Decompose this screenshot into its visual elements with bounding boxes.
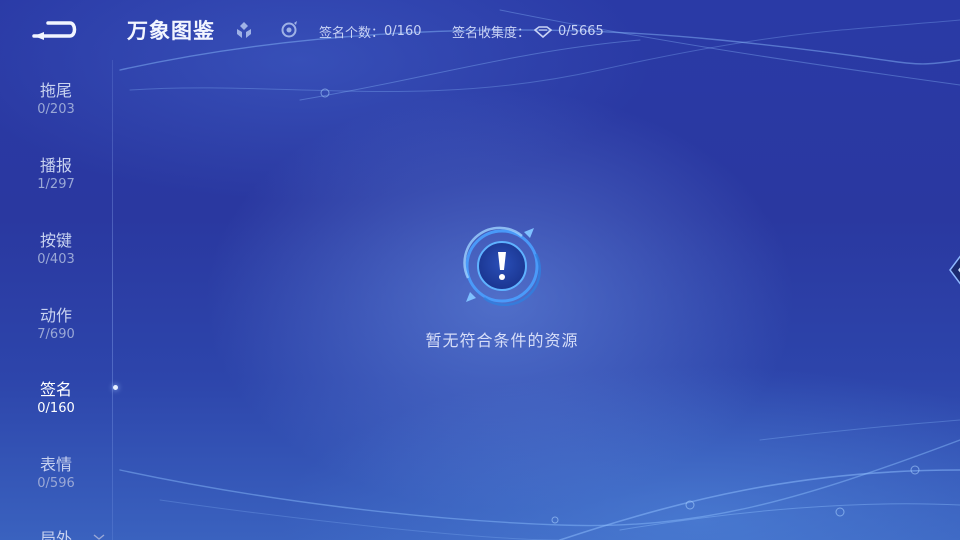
sidebar-item-broadcast[interactable]: 播报 1/297 [0,156,112,193]
sidebar-item-count: 0/203 [37,102,75,117]
side-panel-toggle-button[interactable] [942,250,960,290]
signature-count-stat: 签名个数： 0/160 [319,22,421,41]
sidebar-item-label: 拖尾 [39,81,72,100]
sidebar-item-trail[interactable]: 拖尾 0/203 [0,81,112,118]
signature-collection-value: 0/5665 [558,24,604,39]
sidebar-divider [112,60,113,540]
back-button[interactable] [28,14,82,44]
sidebar-item-label: 播报 [39,156,72,175]
sidebar-item-count: 0/403 [37,252,75,267]
sidebar-item-signature[interactable]: 签名 0/160 [0,380,112,417]
sidebar-item-keys[interactable]: 按键 0/403 [0,231,112,268]
skin-filter-icon [281,21,297,38]
sidebar-item-emotes[interactable]: 表情 0/596 [0,455,112,492]
sidebar-item-count: 0/596 [37,476,75,491]
sidebar-item-actions[interactable]: 动作 7/690 [0,306,112,343]
hero-filter-icon [237,22,251,38]
sidebar-item-label: 签名 [39,380,72,399]
signature-count-value: 0/160 [384,24,422,39]
collection-screen: 万象图鉴 签名个数： 0/160 签名收集度： 0/5665 拖尾 0/203 … [0,0,960,540]
active-indicator [113,385,118,390]
sidebar-item-count: 1/297 [37,177,75,192]
sidebar-item-count: 0/160 [37,401,75,416]
empty-state-message: 暂无符合条件的资源 [425,331,579,350]
back-arrow-icon [32,21,77,40]
exclamation-icon [463,226,541,306]
page-title: 万象图鉴 [127,19,215,43]
signature-count-label: 签名个数： [319,26,385,41]
sidebar-item-label: 表情 [39,455,72,474]
skin-filter-button[interactable] [278,19,300,41]
diamond-icon [534,25,553,38]
sidebar-item-count: 7/690 [37,327,75,342]
sidebar-item-label: 按键 [39,231,72,250]
chevron-down-icon [93,534,105,540]
signature-collection-stat: 签名收集度： 0/5665 [452,22,604,41]
signature-collection-label: 签名收集度： [452,26,531,41]
hero-filter-button[interactable] [233,19,255,41]
sidebar-item-label: 动作 [39,306,72,325]
